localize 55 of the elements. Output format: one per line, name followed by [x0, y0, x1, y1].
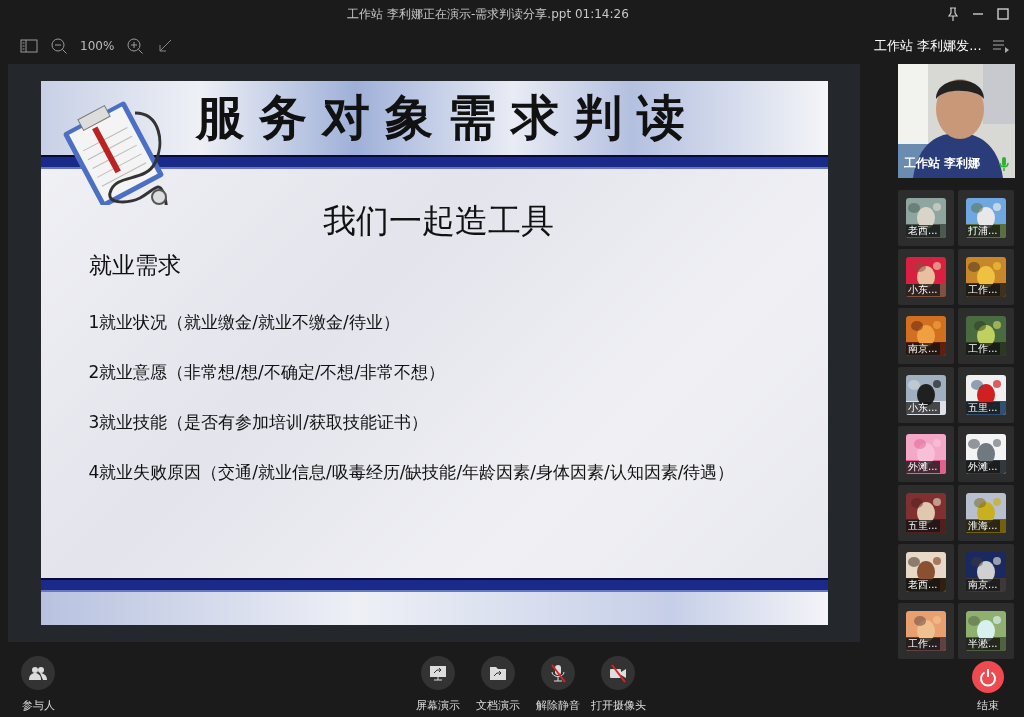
participant-name: 外滩... — [966, 461, 1000, 473]
maximize-icon[interactable] — [996, 7, 1010, 21]
participant-name: 半淞... — [966, 638, 1000, 650]
participant-name: 老西... — [906, 225, 940, 237]
participant-name: 工作... — [966, 284, 1000, 296]
camera-button[interactable]: 打开摄像头 — [588, 656, 648, 713]
participant-name: 老西... — [906, 579, 940, 591]
screen-share-button[interactable]: 屏幕演示 — [408, 656, 468, 713]
participant-tile[interactable]: 半淞... — [958, 603, 1014, 659]
participant-tile[interactable]: 淮海... — [958, 485, 1014, 541]
participant-tile[interactable]: 外滩... — [958, 426, 1014, 482]
participant-tile[interactable]: 工作... — [898, 603, 954, 659]
slide-bullet: 3就业技能（是否有参加培训/获取技能证书） — [88, 411, 430, 434]
slide-bullet: 1就业状况（就业缴金/就业不缴金/待业） — [88, 311, 401, 334]
document-share-button[interactable]: 文档演示 — [468, 656, 528, 713]
participant-name: 五里... — [906, 520, 940, 532]
participants-button[interactable]: 参与人 — [8, 656, 68, 713]
slide-bullet: 4就业失败原因（交通/就业信息/吸毒经历/缺技能/年龄因素/身体因素/认知因素/待遇） — [88, 461, 736, 484]
participant-name: 五里... — [966, 402, 1000, 414]
slide-subtitle: 我们一起造工具 — [322, 200, 554, 242]
participant-name: 南京... — [906, 343, 940, 355]
pin-icon[interactable] — [946, 7, 960, 21]
sidebar-title: 工作站 李利娜发... — [874, 37, 982, 55]
participant-tile[interactable]: 打浦... — [958, 190, 1014, 246]
participant-name: 小东... — [906, 402, 940, 414]
participant-tile[interactable]: 五里... — [898, 485, 954, 541]
presenter-name: 工作站 李利娜 — [904, 155, 981, 172]
sidebar-toggle-icon[interactable] — [20, 37, 38, 55]
participant-name: 淮海... — [966, 520, 1000, 532]
end-button[interactable]: 结束 — [958, 661, 1018, 713]
participant-name: 小东... — [906, 284, 940, 296]
zoom-level: 100% — [80, 39, 115, 53]
participant-tile[interactable]: 工作... — [958, 249, 1014, 305]
slide-bullet: 2就业意愿（非常想/想/不确定/不想/非常不想） — [88, 361, 447, 384]
participant-tile[interactable]: 南京... — [898, 308, 954, 364]
participant-tile[interactable]: 工作... — [958, 308, 1014, 364]
participant-tile[interactable]: 老西... — [898, 544, 954, 600]
participant-name: 南京... — [966, 579, 1000, 591]
list-icon[interactable] — [992, 39, 1010, 53]
zoom-out-icon[interactable] — [50, 37, 68, 55]
participant-tile[interactable]: 南京... — [958, 544, 1014, 600]
window-title: 工作站 李利娜正在演示-需求判读分享.ppt 01:14:26 — [346, 5, 630, 23]
participant-name: 工作... — [906, 638, 940, 650]
zoom-in-icon[interactable] — [126, 37, 145, 55]
participant-tile[interactable]: 小东... — [898, 367, 954, 423]
participant-tile[interactable]: 五里... — [958, 367, 1014, 423]
participant-name: 外滩... — [906, 461, 940, 473]
participant-tile[interactable]: 老西... — [898, 190, 954, 246]
slide-title: 服务对象需求判读 — [195, 88, 700, 147]
slide-heading: 就业需求 — [88, 251, 182, 280]
participant-name: 打浦... — [966, 225, 1000, 237]
participant-name: 工作... — [966, 343, 1000, 355]
unmute-button[interactable]: 解除静音 — [528, 656, 588, 713]
participant-tile[interactable]: 小东... — [898, 249, 954, 305]
participant-tile[interactable]: 外滩... — [898, 426, 954, 482]
